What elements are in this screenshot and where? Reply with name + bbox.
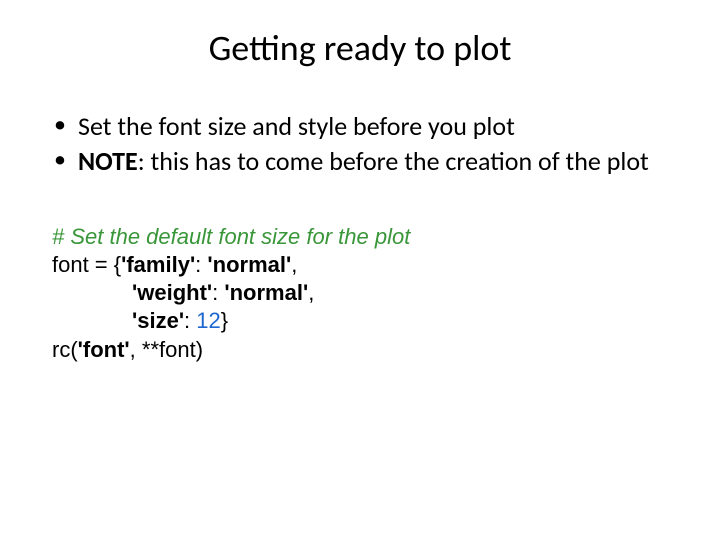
bullet-2-note: NOTE xyxy=(78,145,138,177)
code-block: # Set the default font size for the plot… xyxy=(52,223,670,364)
code-line-2: 'weight': 'normal', xyxy=(52,279,670,307)
l1-ident: font = { xyxy=(52,252,121,277)
l3-key: 'size' xyxy=(132,308,184,333)
bullet-item-2: NOTE: this has to come before the creati… xyxy=(50,145,670,178)
code-comment: # Set the default font size for the plot xyxy=(52,223,670,251)
l3-val: 12 xyxy=(196,308,220,333)
l2-colon: : xyxy=(212,280,224,305)
l3-colon: : xyxy=(184,308,196,333)
l2-val: 'normal' xyxy=(224,280,308,305)
l4-arg1: 'font' xyxy=(78,337,130,362)
l1-end: , xyxy=(291,252,297,277)
l2-end: , xyxy=(308,280,314,305)
l2-key: 'weight' xyxy=(132,280,212,305)
l3-end: } xyxy=(221,308,228,333)
l1-colon: : xyxy=(195,252,207,277)
code-line-1: font = {'family': 'normal', xyxy=(52,251,670,279)
bullet-item-1: Set the font size and style before you p… xyxy=(50,110,670,143)
l4-ident: rc( xyxy=(52,337,78,362)
slide-title: Getting ready to plot xyxy=(50,26,670,70)
code-line-3: 'size': 12} xyxy=(52,307,670,335)
l1-key: 'family' xyxy=(121,252,195,277)
bullet-list: Set the font size and style before you p… xyxy=(50,110,670,177)
comment-text: # Set the default font size for the plot xyxy=(52,224,410,249)
l1-val: 'normal' xyxy=(207,252,291,277)
l4-mid: , **font) xyxy=(130,337,203,362)
code-line-4: rc('font', **font) xyxy=(52,336,670,364)
bullet-2-text: : this has to come before the creation o… xyxy=(138,145,649,177)
